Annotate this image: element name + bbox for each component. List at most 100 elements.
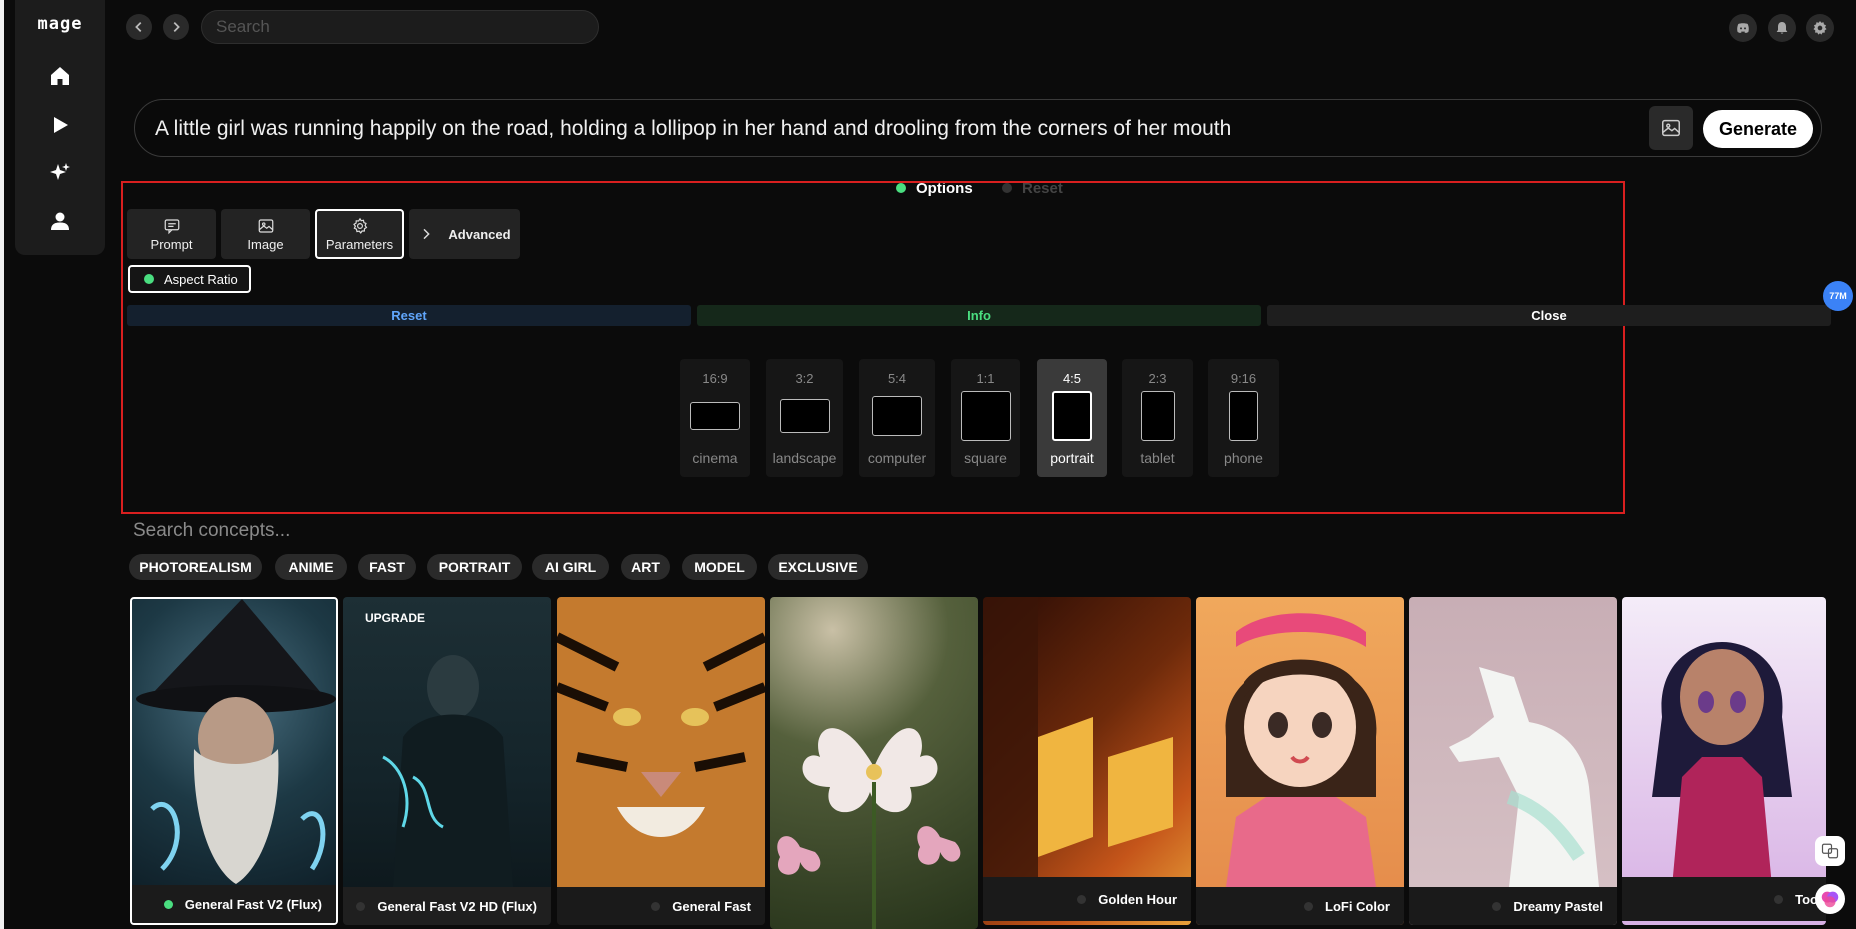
- tab-prompt[interactable]: Prompt: [127, 209, 216, 259]
- concept-search-input[interactable]: [131, 518, 735, 544]
- brain-icon[interactable]: [1815, 884, 1845, 914]
- tab-label: Advanced: [448, 226, 511, 242]
- window-edge: [0, 0, 4, 929]
- chat-icon: [164, 218, 179, 234]
- image-upload-button[interactable]: [1649, 106, 1693, 150]
- generate-button[interactable]: Generate: [1703, 110, 1813, 148]
- category-portrait[interactable]: PORTRAIT: [427, 554, 522, 580]
- category-exclusive[interactable]: EXCLUSIVE: [768, 554, 868, 580]
- ratio-option-tablet[interactable]: 2:3 tablet: [1122, 359, 1193, 477]
- model-name: Golden Hour: [1098, 891, 1177, 907]
- ratio-option-portrait[interactable]: 4:5 portrait: [1037, 359, 1107, 477]
- ratio-preview: [872, 396, 922, 436]
- model-card[interactable]: Golden Hour: [983, 597, 1191, 925]
- tab-label: Prompt: [150, 236, 193, 252]
- settings-icon: [352, 217, 367, 234]
- model-footer: Too: [1622, 877, 1826, 921]
- ratio-option-computer[interactable]: 5:4 computer: [859, 359, 935, 477]
- tiger-thumbnail: [557, 597, 765, 887]
- category-photorealism[interactable]: PHOTOREALISM: [129, 554, 262, 580]
- sidebar: mage: [15, 0, 105, 255]
- user-icon[interactable]: [40, 201, 80, 241]
- chevron-right-icon: [423, 228, 431, 240]
- wizard-thumbnail: [136, 599, 336, 884]
- tab-label: Image: [247, 236, 284, 252]
- ratio-value: 1:1: [976, 371, 995, 386]
- ratio-value: 3:2: [795, 371, 814, 386]
- search-input[interactable]: [201, 10, 599, 44]
- tab-parameters[interactable]: Parameters: [315, 209, 404, 259]
- model-footer: Dreamy Pastel: [1409, 887, 1617, 925]
- ratio-preview: [1140, 391, 1175, 441]
- model-footer: General Fast V2 HD (Flux): [343, 887, 551, 925]
- category-fast[interactable]: FAST: [358, 554, 416, 580]
- ratio-value: 4:5: [1062, 371, 1082, 386]
- prompt-bar: A little girl was running happily on the…: [134, 99, 1822, 157]
- ratio-value: 5:4: [887, 371, 907, 386]
- tab-image[interactable]: Image: [221, 209, 310, 259]
- status-dot: [1774, 894, 1784, 904]
- tab-advanced[interactable]: Advanced: [409, 209, 520, 259]
- sparkles-icon[interactable]: [40, 153, 80, 193]
- model-card[interactable]: LoFi Color: [1196, 597, 1404, 925]
- toon-girl-thumbnail: [1652, 642, 1792, 887]
- model-name: General Fast V2 (Flux): [184, 896, 322, 912]
- ratio-option-landscape[interactable]: 3:2 landscape: [766, 359, 843, 477]
- model-card[interactable]: General Fast V2 (Flux): [130, 597, 338, 925]
- category-model[interactable]: MODEL: [682, 554, 757, 580]
- tab-label: Parameters: [325, 236, 394, 252]
- model-name: LoFi Color: [1325, 898, 1390, 914]
- model-footer: Golden Hour: [983, 877, 1191, 921]
- model-name: General Fast: [672, 898, 751, 914]
- app-logo[interactable]: mage: [15, 14, 105, 34]
- model-name: General Fast V2 HD (Flux): [377, 898, 537, 914]
- ratio-value: 2:3: [1148, 371, 1167, 386]
- ratio-preview: [1229, 391, 1258, 441]
- upgrade-badge: UPGRADE: [365, 611, 426, 625]
- model-card[interactable]: Dreamy Pastel: [1409, 597, 1617, 925]
- pastel-dog-thumbnail: [1449, 667, 1599, 887]
- sorceress-thumbnail: [382, 655, 513, 887]
- ratio-name: landscape: [772, 450, 837, 466]
- category-ai-girl[interactable]: AI GIRL: [532, 554, 609, 580]
- forward-button[interactable]: [163, 14, 189, 40]
- play-icon[interactable]: [40, 105, 80, 145]
- translate-icon[interactable]: [1815, 836, 1845, 866]
- prompt-input[interactable]: A little girl was running happily on the…: [155, 117, 1231, 141]
- reset-button[interactable]: Reset: [127, 305, 691, 326]
- aspect-ratio-chip[interactable]: Aspect Ratio: [128, 265, 251, 293]
- ratio-name: computer: [867, 450, 927, 466]
- ratio-option-square[interactable]: 1:1 square: [951, 359, 1020, 477]
- status-dot: [651, 901, 661, 911]
- category-anime[interactable]: ANIME: [275, 554, 347, 580]
- model-name: Dreamy Pastel: [1513, 898, 1603, 914]
- status-dot: [356, 901, 366, 911]
- ratio-option-cinema[interactable]: 16:9 cinema: [680, 359, 750, 477]
- gear-icon[interactable]: [1806, 14, 1834, 42]
- ratio-name: portrait: [1050, 450, 1094, 466]
- ratio-preview: [960, 391, 1011, 441]
- ratio-value: 9:16: [1230, 371, 1257, 386]
- home-icon[interactable]: [40, 56, 80, 96]
- ratio-name: tablet: [1140, 450, 1175, 466]
- ratio-name: cinema: [692, 450, 738, 466]
- close-button[interactable]: Close: [1267, 305, 1831, 326]
- model-footer: General Fast V2 (Flux): [132, 885, 336, 923]
- image-icon: [1662, 119, 1680, 137]
- model-card[interactable]: General Fast: [557, 597, 765, 925]
- status-dot: [1077, 894, 1087, 904]
- bell-icon[interactable]: [1768, 14, 1796, 42]
- image-icon: [258, 218, 273, 233]
- model-card[interactable]: UPGRADE General Fast V2 HD (Flux): [343, 597, 551, 925]
- discord-icon[interactable]: [1729, 14, 1757, 42]
- ratio-preview: [690, 402, 740, 430]
- info-button[interactable]: Info: [697, 305, 1261, 326]
- ratio-preview: [1052, 391, 1092, 441]
- ratio-option-phone[interactable]: 9:16 phone: [1208, 359, 1279, 477]
- back-button[interactable]: [126, 14, 152, 40]
- model-card[interactable]: Too: [1622, 597, 1826, 925]
- status-dot: [144, 274, 154, 284]
- token-count-badge[interactable]: 77M: [1823, 281, 1853, 311]
- category-art[interactable]: ART: [621, 554, 670, 580]
- model-card[interactable]: [770, 597, 978, 929]
